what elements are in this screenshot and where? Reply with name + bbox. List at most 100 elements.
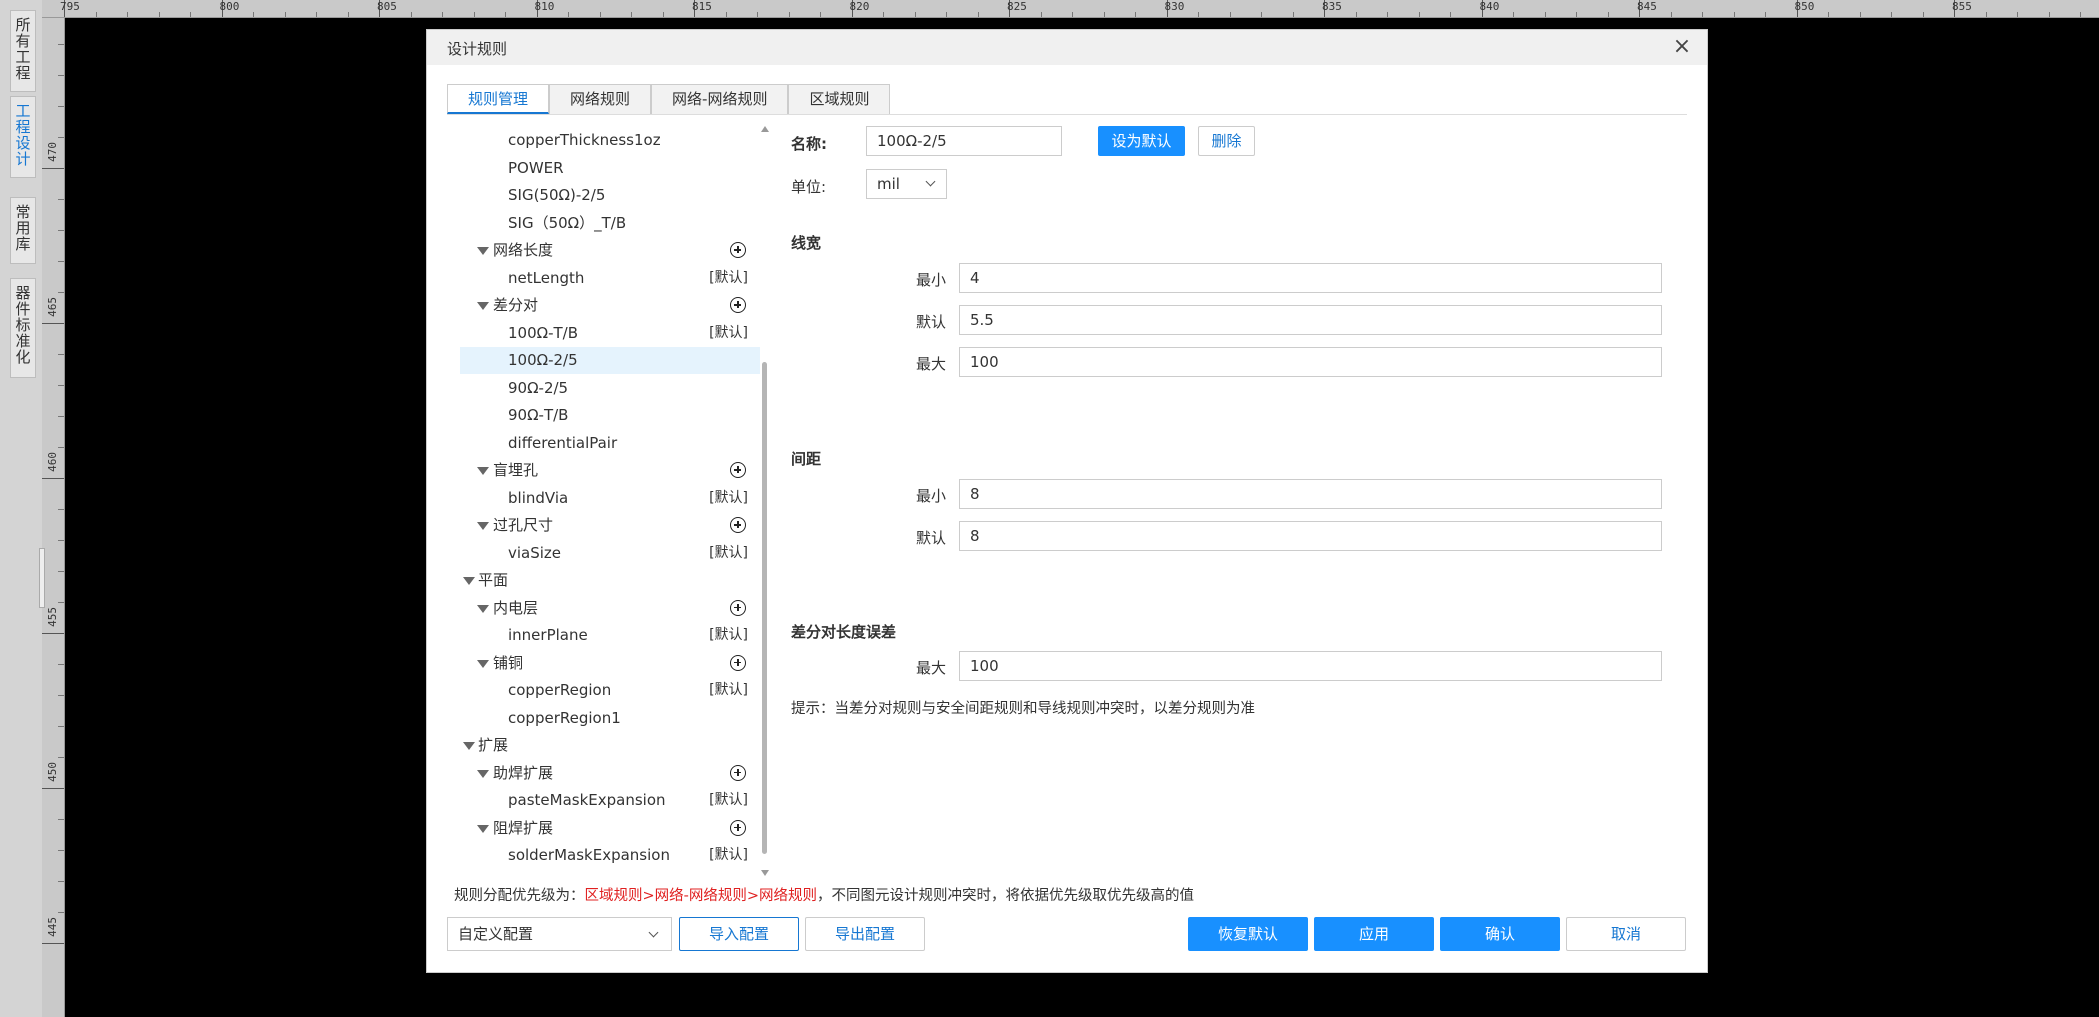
export-config-button[interactable]: 导出配置	[805, 917, 925, 951]
tab-rule-management[interactable]: 规则管理	[447, 84, 550, 114]
set-default-button[interactable]: 设为默认	[1098, 126, 1185, 156]
caret-down-icon[interactable]	[477, 659, 489, 668]
ruler-minor-tick	[883, 12, 884, 17]
unit-select[interactable]: mil	[866, 169, 947, 199]
tab-divider	[447, 114, 1687, 115]
caret-down-icon[interactable]	[463, 742, 475, 750]
ruler-minor-tick	[58, 695, 64, 696]
ruler-minor-tick	[190, 12, 191, 17]
add-rule-icon[interactable]	[730, 242, 746, 258]
add-rule-icon[interactable]	[730, 599, 746, 616]
tree-item-label: solderMaskExpansion	[508, 846, 670, 864]
tree-rule-item[interactable]: POWER	[460, 155, 760, 182]
name-input[interactable]: 100Ω-2/5	[866, 126, 1062, 156]
tree-rule-item[interactable]: 100Ω-2/5	[460, 347, 760, 374]
scroll-down-arrow-icon[interactable]	[761, 870, 769, 876]
side-tab-component-standardization[interactable]: 器件标准化	[10, 278, 36, 378]
side-tab-common-library[interactable]: 常用库	[10, 197, 36, 264]
tree-rule-item[interactable]: differentialPair	[460, 430, 760, 457]
scroll-up-arrow-icon[interactable]	[761, 126, 769, 132]
spacing-min-input[interactable]: 8	[959, 479, 1662, 509]
tree-item-label: 90Ω-T/B	[508, 406, 569, 424]
caret-down-icon[interactable]	[477, 769, 489, 778]
priority-prefix: 规则分配优先级为：	[454, 888, 585, 904]
tree-rule-item[interactable]: pasteMaskExpansion [默认]	[460, 787, 760, 814]
add-rule-icon[interactable]	[730, 462, 746, 478]
spacing-default-label: 默认	[916, 529, 947, 547]
panel-resize-handle[interactable]	[39, 548, 45, 608]
add-rule-icon[interactable]	[730, 297, 746, 313]
tab-net-net-rules[interactable]: 网络-网络规则	[651, 84, 789, 114]
ruler-minor-tick	[1450, 12, 1451, 17]
tree-category[interactable]: 差分对	[460, 292, 760, 319]
tree-rule-item[interactable]: viaSize [默认]	[460, 540, 760, 567]
tree-category[interactable]: 盲埋孔	[460, 457, 760, 484]
ruler-minor-tick	[1261, 12, 1262, 17]
caret-down-icon[interactable]	[463, 577, 475, 585]
add-rule-icon[interactable]	[730, 764, 746, 781]
tree-category[interactable]: 助焊扩展	[460, 760, 760, 787]
caret-down-icon[interactable]	[477, 302, 489, 310]
tree-category[interactable]: 阻焊扩展	[460, 815, 760, 842]
spacing-default-input[interactable]: 8	[959, 521, 1662, 551]
tree-category[interactable]: 网络长度	[460, 237, 760, 264]
tree-rule-item[interactable]: 90Ω-T/B	[460, 402, 760, 429]
tree-item-label: POWER	[508, 158, 564, 177]
caret-down-icon[interactable]	[477, 604, 489, 613]
caret-down-icon[interactable]	[477, 824, 489, 833]
ruler-label: 810	[534, 0, 555, 13]
tree-rule-item[interactable]: innerPlane [默认]	[460, 622, 760, 649]
ruler-minor-tick	[58, 726, 64, 727]
caret-down-icon[interactable]	[477, 467, 489, 475]
tree-rule-item[interactable]: copperRegion [默认]	[460, 677, 760, 704]
add-rule-icon[interactable]	[730, 819, 746, 836]
restore-default-button[interactable]: 恢复默认	[1188, 917, 1308, 951]
tab-region-rules[interactable]: 区域规则	[788, 84, 891, 114]
delete-button[interactable]: 删除	[1198, 126, 1255, 156]
ruler-minor-tick	[347, 12, 349, 17]
ruler-minor-tick	[1387, 12, 1388, 17]
confirm-button[interactable]: 确认	[1440, 917, 1560, 951]
apply-button[interactable]: 应用	[1314, 917, 1434, 951]
ruler-minor-tick	[1576, 12, 1577, 17]
tab-net-rules[interactable]: 网络规则	[549, 84, 652, 114]
tree-rule-item[interactable]: copperThickness1oz	[460, 127, 760, 154]
tree-category[interactable]: 平面	[460, 567, 760, 594]
tree-rule-item[interactable]: solderMaskExpansion [默认]	[460, 842, 760, 869]
cancel-button[interactable]: 取消	[1566, 917, 1686, 951]
tree-scrollbar[interactable]	[760, 126, 770, 876]
caret-down-icon[interactable]	[477, 247, 489, 255]
tree-category[interactable]: 铺铜	[460, 650, 760, 677]
add-rule-icon[interactable]	[730, 654, 746, 671]
tree-rule-item[interactable]: copperRegion1	[460, 705, 760, 732]
config-select[interactable]: 自定义配置	[447, 917, 672, 951]
tree-rule-item[interactable]: SIG（50Ω）_T/B	[460, 210, 760, 237]
ruler-minor-tick	[1072, 12, 1073, 17]
side-tab-project-design[interactable]: 工程设计	[10, 96, 36, 178]
caret-down-icon[interactable]	[477, 522, 489, 530]
ruler-minor-tick	[127, 12, 128, 17]
track-width-section-title: 线宽	[791, 234, 822, 252]
track-width-min-input[interactable]: 4	[959, 263, 1662, 293]
import-config-button[interactable]: 导入配置	[679, 917, 799, 951]
ruler-minor-tick	[58, 75, 64, 76]
tree-item-label: differentialPair	[508, 433, 618, 452]
side-tab-all-projects[interactable]: 所有工程	[10, 10, 36, 92]
track-width-default-input[interactable]: 5.5	[959, 305, 1662, 335]
side-tab-bar: 所有工程 工程设计 常用库 器件标准化	[0, 0, 43, 1017]
close-icon[interactable]: ×	[1669, 34, 1695, 60]
add-rule-icon[interactable]	[730, 517, 746, 533]
ruler-label: 855	[1952, 0, 1972, 13]
tree-rule-item[interactable]: 100Ω-T/B [默认]	[460, 320, 760, 347]
track-width-max-input[interactable]: 100	[959, 347, 1662, 377]
ruler-minor-tick	[58, 602, 64, 603]
tree-rule-item[interactable]: SIG(50Ω)-2/5	[460, 182, 760, 209]
scrollbar-thumb[interactable]	[762, 362, 767, 854]
tree-category[interactable]: 扩展	[460, 732, 760, 759]
tree-rule-item[interactable]: 90Ω-2/5	[460, 375, 760, 402]
tree-rule-item[interactable]: blindVia [默认]	[460, 485, 760, 512]
tree-category[interactable]: 内电层	[460, 595, 760, 622]
length-tolerance-max-input[interactable]: 100	[959, 651, 1662, 681]
tree-category[interactable]: 过孔尺寸	[460, 512, 760, 539]
tree-rule-item[interactable]: netLength [默认]	[460, 265, 760, 292]
